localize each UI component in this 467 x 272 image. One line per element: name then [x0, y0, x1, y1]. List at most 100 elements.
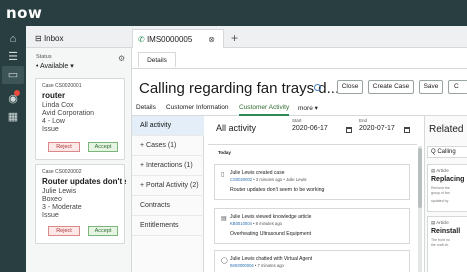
nav-portal-activity[interactable]: + Portal Activity (2) — [132, 176, 204, 196]
top-nav-bar: now — [0, 0, 467, 26]
case-type: Issue — [42, 212, 59, 219]
related-article-card[interactable]: ▤ Article Replacing Remove the group of f… — [427, 164, 467, 212]
nav-contracts[interactable]: Contracts — [132, 196, 204, 216]
case-card[interactable]: Case CS0020001 router Linda Cox Avid Cor… — [35, 78, 125, 160]
reject-button[interactable]: Reject — [48, 142, 80, 152]
nav-all-activity[interactable]: All activity — [132, 116, 204, 136]
entry-heading: Julie Lewis chatted with Virtual Agent — [230, 256, 313, 262]
grid-icon[interactable]: ▦ — [6, 110, 20, 124]
case-account: Avid Corporation — [42, 110, 95, 117]
tab-details[interactable]: Details — [136, 104, 156, 111]
related-article-card[interactable]: ▤ Article Reinstall The front no the craf… — [427, 216, 467, 272]
nav-cases[interactable]: + Cases (1) — [132, 136, 204, 156]
entry-heading: Julie Lewis created case — [230, 170, 285, 176]
nav-entitlements[interactable]: Entitlements — [132, 216, 204, 236]
entry-meta: IMS0000004 • 7 minutes ago — [230, 263, 284, 268]
article-footer: updated by — [431, 199, 449, 203]
activity-entry[interactable]: ▤ Julie Lewis viewed knowledge article K… — [214, 208, 410, 244]
case-priority: 3 - Moderate — [42, 204, 82, 211]
list-icon[interactable]: ☰ — [6, 50, 20, 64]
tab-more[interactable]: more ▾ — [298, 104, 318, 112]
entry-meta-text: • 3 minutes ago • Julie Lewis — [252, 177, 307, 182]
tab-customer-activity[interactable]: Customer Activity — [239, 104, 290, 116]
inbox-icon[interactable]: ▭ — [2, 66, 24, 84]
case-contact: Julie Lewis — [42, 188, 77, 195]
activity-nav: All activity + Cases (1) + Interactions … — [132, 116, 204, 272]
start-date-field[interactable]: 2020-06-17 — [292, 125, 328, 132]
related-search-input[interactable]: Q Calling — [427, 146, 467, 158]
case-number: Case CS0020001 — [42, 83, 82, 89]
accept-button[interactable]: Accept — [88, 226, 118, 236]
left-icon-rail: ⌂ ☰ ▭ ◉ ▦ — [0, 26, 26, 272]
close-button[interactable]: Close — [337, 80, 363, 94]
record-panel: Details Calling regarding fan trays d...… — [132, 48, 467, 272]
entry-body: Router updates don't seem to be working — [230, 187, 325, 193]
workspace-tab-bar: ⊟ Inbox ✆ IMS0000005 ⊗ + — [26, 26, 467, 48]
activity-title: All activity — [216, 123, 257, 133]
tab-customer-information[interactable]: Customer Information — [166, 104, 229, 111]
related-panel: Related Q Calling ▤ Article Replacing Re… — [424, 116, 467, 272]
article-summary: The front no the craft ch — [431, 238, 450, 247]
more-actions-button[interactable]: C — [448, 80, 467, 94]
case-number: Case CS0020002 — [42, 169, 82, 175]
case-title: Router updates don't s... — [42, 177, 126, 186]
entry-heading: Julie Lewis viewed knowledge article — [230, 214, 312, 220]
case-title: router — [42, 91, 66, 100]
end-date-field[interactable]: 2020-07-17 — [359, 125, 395, 132]
start-date-label: Start — [292, 118, 302, 123]
activity-divider — [208, 144, 417, 145]
activity-scroll-thumb[interactable] — [418, 148, 422, 208]
article-kind: ▤ Article — [431, 220, 449, 225]
day-label: Today — [218, 150, 231, 155]
calendar-icon[interactable] — [346, 127, 352, 133]
status-label: Status — [36, 54, 52, 60]
tab-inbox[interactable]: ⊟ Inbox — [30, 29, 130, 48]
case-priority: 4 - Low — [42, 118, 65, 125]
case-type: Issue — [42, 126, 59, 133]
close-tab-icon[interactable]: ⊗ — [208, 30, 215, 49]
gear-icon[interactable]: ⚙ — [118, 54, 125, 63]
accept-button[interactable]: Accept — [88, 142, 118, 152]
related-title: Related — [429, 124, 464, 135]
page-title: Calling regarding fan trays d... — [139, 80, 340, 97]
article-summary: Remove the group of fan — [431, 186, 450, 195]
case-card[interactable]: Case CS0020002 Router updates don't s...… — [35, 164, 126, 244]
case-account: Boxeo — [42, 196, 62, 203]
case-icon: ▯ — [221, 172, 225, 178]
nav-interactions[interactable]: + Interactions (1) — [132, 156, 204, 176]
entry-number-link[interactable]: IMS0000004 — [230, 263, 254, 268]
record-sub-tabs: Details Customer Information Customer Ac… — [132, 102, 467, 116]
chat-icon: ◯ — [221, 258, 228, 264]
calendar-icon[interactable] — [404, 127, 410, 133]
tab-details[interactable]: Details — [138, 52, 176, 68]
activity-entry[interactable]: ◯ Julie Lewis chatted with Virtual Agent… — [214, 250, 410, 272]
add-tab-button[interactable]: + — [226, 29, 242, 48]
globe-icon[interactable]: ◉ — [6, 92, 20, 106]
entry-body: Overheating Ultrasound Equipment — [230, 231, 312, 237]
save-button[interactable]: Save — [419, 80, 443, 94]
phone-icon: ✆ — [138, 35, 147, 44]
entry-number-link[interactable]: KB0010004 — [230, 221, 252, 226]
status-icon — [314, 84, 321, 91]
reject-button[interactable]: Reject — [48, 226, 80, 236]
servicenow-logo: now — [6, 4, 43, 22]
entry-meta: KB0010004 • 8 minutes ago — [230, 221, 282, 226]
entry-meta-text: • 7 minutes ago — [253, 263, 284, 268]
home-icon[interactable]: ⌂ — [6, 32, 20, 46]
create-case-button[interactable]: Create Case — [368, 80, 414, 94]
end-date-label: End — [359, 118, 368, 123]
status-dropdown[interactable]: • Available ▾ — [36, 62, 74, 70]
case-tab-label: IMS0000005 — [146, 35, 193, 44]
inbox-tab-label: Inbox — [43, 34, 64, 43]
entry-meta: CS0020002 • 3 minutes ago • Julie Lewis — [230, 177, 307, 182]
activity-entry[interactable]: ▯ Julie Lewis created case CS0020002 • 3… — [214, 164, 410, 200]
inbox-tab-icon: ⊟ — [35, 34, 44, 43]
inbox-panel: Status • Available ▾ ⚙ Case CS0020001 ro… — [26, 48, 132, 272]
article-kind: ▤ Article — [431, 168, 449, 173]
entry-meta-text: • 8 minutes ago — [251, 221, 282, 226]
article-icon: ▤ — [221, 216, 227, 222]
tab-case[interactable]: ✆ IMS0000005 ⊗ — [132, 29, 224, 48]
activity-stream: All activity Start 2020-06-17 End 2020-0… — [208, 116, 417, 272]
article-title: Reinstall — [431, 228, 461, 235]
entry-number-link[interactable]: CS0020002 — [230, 177, 252, 182]
